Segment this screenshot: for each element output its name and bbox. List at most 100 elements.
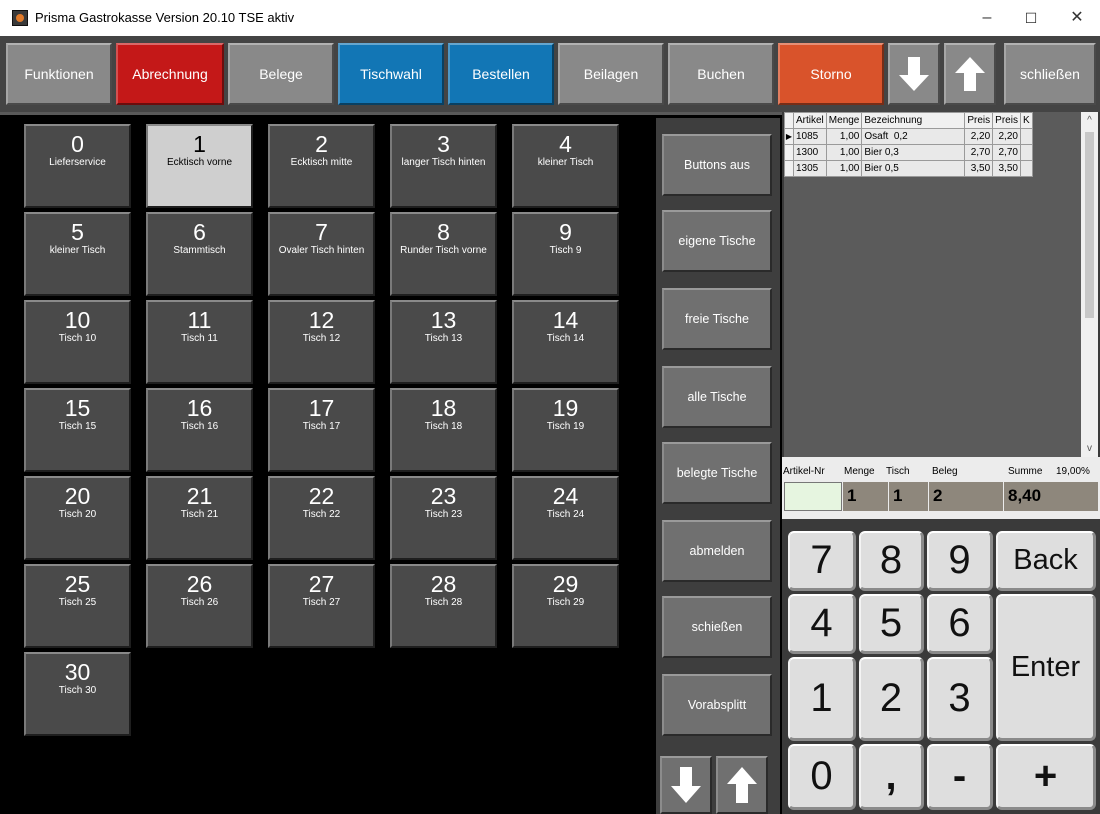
key-back[interactable]: Back [996,531,1096,591]
beilagen-button[interactable]: Beilagen [558,43,664,105]
tisch-value: 1 [889,482,928,511]
table-button-29[interactable]: 29 Tisch 29 [512,564,619,648]
table-button-4[interactable]: 4 kleiner Tisch [512,124,619,208]
table-button-6[interactable]: 6 Stammtisch [146,212,253,296]
col-k[interactable]: K [1019,112,1033,129]
buttons-aus-button[interactable]: Buttons aus [662,134,772,196]
tischwahl-button[interactable]: Tischwahl [338,43,444,105]
key-5[interactable]: 5 [859,594,924,654]
alle-tische-button[interactable]: alle Tische [662,366,772,428]
table-button-8[interactable]: 8 Runder Tisch vorne [390,212,497,296]
table-number: 5 [71,219,84,245]
table-button-19[interactable]: 19 Tisch 19 [512,388,619,472]
col-preis[interactable]: Preis [964,112,994,129]
storno-button[interactable]: Storno [778,43,884,105]
scroll-down-icon[interactable]: v [1081,440,1098,457]
table-button-28[interactable]: 28 Tisch 28 [390,564,497,648]
belegte-tische-button[interactable]: belegte Tische [662,442,772,504]
order-scrollbar[interactable]: ^ v [1081,112,1098,457]
schliessen-button[interactable]: schließen [1004,43,1096,105]
table-button-2[interactable]: 2 Ecktisch mitte [268,124,375,208]
main-area: 0 Lieferservice 1 Ecktisch vorne 2 Ecktisch m… [0,112,1100,814]
table-name: Tisch 25 [58,597,97,608]
scroll-thumb[interactable] [1085,132,1094,318]
col-artikel[interactable]: Artikel [793,112,827,129]
key-0[interactable]: 0 [788,744,856,810]
key-minus[interactable]: - [927,744,993,810]
summe-value: 8,40 [1004,482,1098,511]
menge-value: 1 [843,482,888,511]
bestellen-button[interactable]: Bestellen [448,43,554,105]
col-menge[interactable]: Menge [825,112,863,129]
scroll-up-icon[interactable]: ^ [1081,112,1098,129]
page-down-button[interactable] [660,756,712,814]
table-button-10[interactable]: 10 Tisch 10 [24,300,131,384]
key-comma[interactable]: , [859,744,924,810]
schiessen-button[interactable]: schießen [662,596,772,658]
table-button-30[interactable]: 30 Tisch 30 [24,652,131,736]
eigene-tische-button[interactable]: eigene Tische [662,210,772,272]
table-number: 27 [308,571,335,597]
table-number: 9 [559,219,572,245]
order-row[interactable]: 1300 1,00 Bier 0,3 2,70 2,70 [784,144,1033,161]
close-button[interactable]: ✕ [1054,0,1100,36]
vorabsplitt-button[interactable]: Vorabsplitt [662,674,772,736]
order-row[interactable]: 1305 1,00 Bier 0,5 3,50 3,50 [784,160,1033,177]
key-7[interactable]: 7 [788,531,856,591]
key-8[interactable]: 8 [859,531,924,591]
table-button-27[interactable]: 27 Tisch 27 [268,564,375,648]
key-2[interactable]: 2 [859,657,924,741]
abmelden-button[interactable]: abmelden [662,520,772,582]
table-name: Tisch 30 [58,685,97,696]
key-6[interactable]: 6 [927,594,993,654]
buchen-button[interactable]: Buchen [668,43,774,105]
table-button-12[interactable]: 12 Tisch 12 [268,300,375,384]
key-9[interactable]: 9 [927,531,993,591]
table-button-20[interactable]: 20 Tisch 20 [24,476,131,560]
table-number: 29 [552,571,579,597]
key-plus[interactable]: + [996,744,1096,810]
artikel-nr-input[interactable] [784,482,842,511]
funktionen-button[interactable]: Funktionen [6,43,112,105]
table-button-26[interactable]: 26 Tisch 26 [146,564,253,648]
table-button-24[interactable]: 24 Tisch 24 [512,476,619,560]
artikel-nr-label: Artikel-Nr [783,466,825,477]
table-button-17[interactable]: 17 Tisch 17 [268,388,375,472]
table-button-3[interactable]: 3 langer Tisch hinten [390,124,497,208]
table-button-5[interactable]: 5 kleiner Tisch [24,212,131,296]
key-1[interactable]: 1 [788,657,856,741]
table-button-1[interactable]: 1 Ecktisch vorne [146,124,253,208]
table-button-14[interactable]: 14 Tisch 14 [512,300,619,384]
order-row[interactable]: ▶ 1085 1,00 Osaft 0,2 2,20 2,20 [784,128,1033,145]
freie-tische-button[interactable]: freie Tische [662,288,772,350]
table-button-0[interactable]: 0 Lieferservice [24,124,131,208]
table-button-13[interactable]: 13 Tisch 13 [390,300,497,384]
key-label: 8 [879,538,903,582]
table-button-15[interactable]: 15 Tisch 15 [24,388,131,472]
scroll-down-button[interactable] [888,43,940,105]
minimize-button[interactable]: – [964,0,1010,36]
table-button-18[interactable]: 18 Tisch 18 [390,388,497,472]
table-name: Tisch 13 [424,333,463,344]
maximize-button[interactable]: ☐ [1008,0,1054,36]
col-preis-total[interactable]: Preis [992,112,1021,129]
col-bezeichnung[interactable]: Bezeichnung [861,112,966,129]
table-button-25[interactable]: 25 Tisch 25 [24,564,131,648]
belege-button[interactable]: Belege [228,43,334,105]
scroll-up-button[interactable] [944,43,996,105]
table-name: Tisch 28 [424,597,463,608]
table-button-22[interactable]: 22 Tisch 22 [268,476,375,560]
key-4[interactable]: 4 [788,594,856,654]
table-button-7[interactable]: 7 Ovaler Tisch hinten [268,212,375,296]
key-enter[interactable]: Enter [996,594,1096,741]
table-button-21[interactable]: 21 Tisch 21 [146,476,253,560]
table-button-23[interactable]: 23 Tisch 23 [390,476,497,560]
table-name: kleiner Tisch [49,245,106,256]
table-button-9[interactable]: 9 Tisch 9 [512,212,619,296]
table-button-16[interactable]: 16 Tisch 16 [146,388,253,472]
page-up-button[interactable] [716,756,768,814]
abrechnung-button[interactable]: Abrechnung [116,43,224,105]
table-button-11[interactable]: 11 Tisch 11 [146,300,253,384]
key-3[interactable]: 3 [927,657,993,741]
table-number: 15 [64,395,91,421]
